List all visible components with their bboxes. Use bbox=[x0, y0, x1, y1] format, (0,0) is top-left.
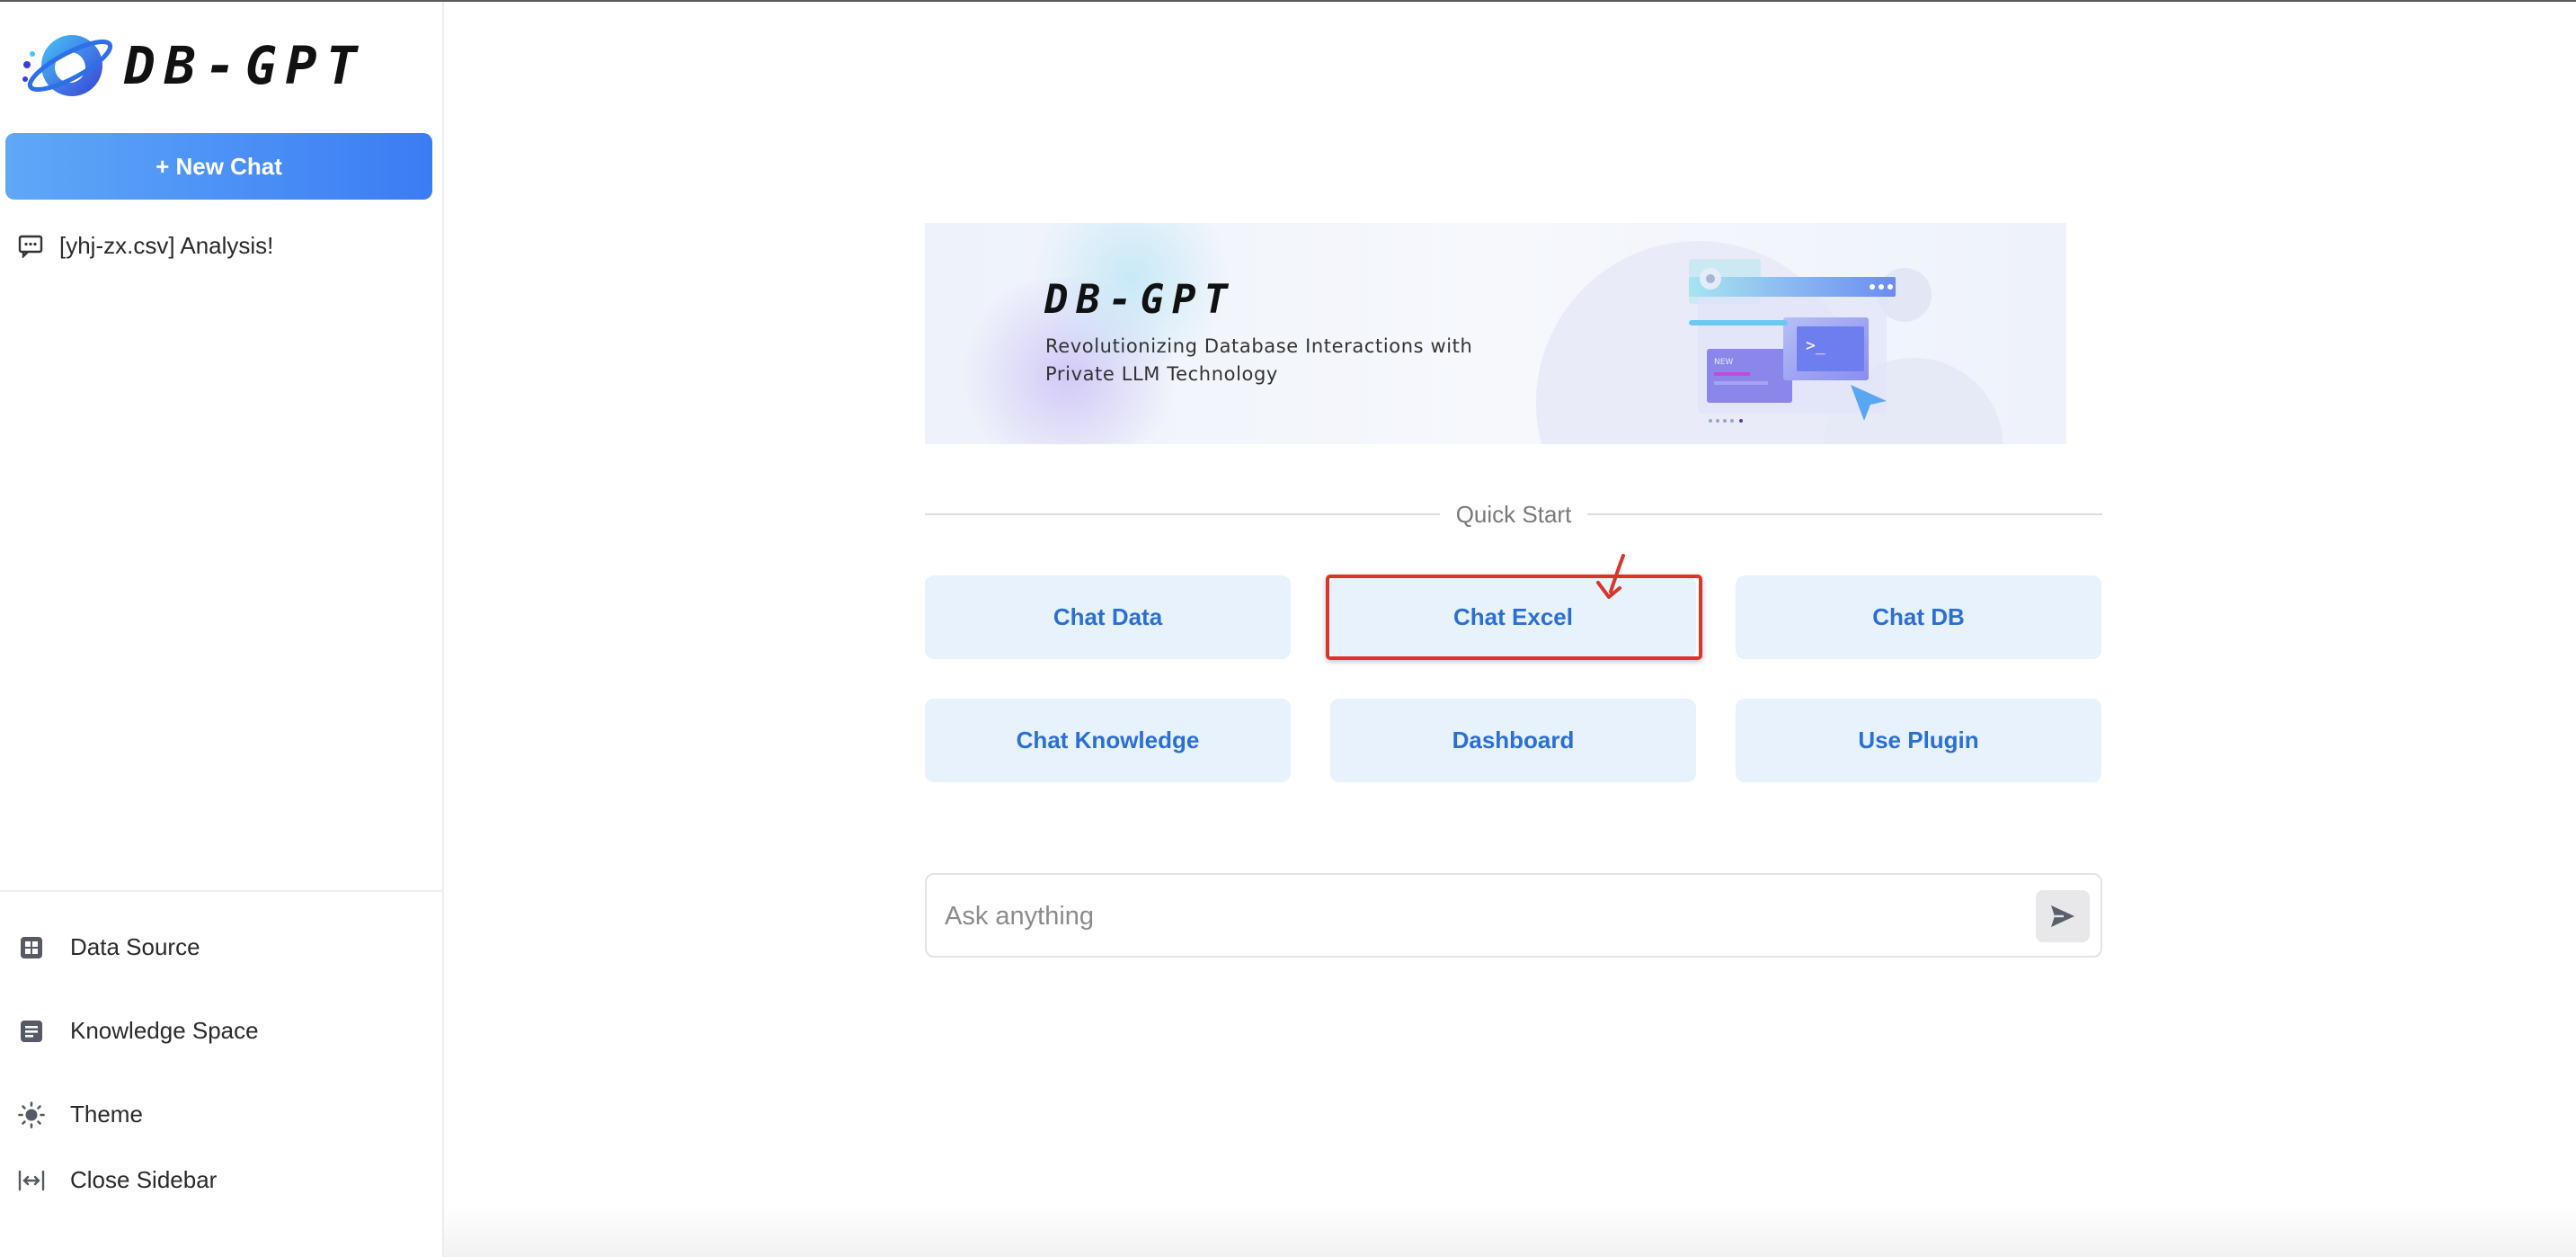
ask-input-box bbox=[925, 873, 2102, 958]
sidebar-item-knowledge-space[interactable]: Knowledge Space bbox=[18, 1017, 259, 1045]
bottom-shadow bbox=[444, 1205, 2576, 1257]
send-button[interactable] bbox=[2036, 890, 2090, 942]
use-plugin-button[interactable]: Use Plugin bbox=[1736, 699, 2101, 782]
sidebar-item-theme[interactable]: Theme bbox=[18, 1101, 143, 1128]
ask-input[interactable] bbox=[945, 895, 2005, 938]
banner-logo-text: DB-GPT bbox=[1044, 277, 1236, 323]
logo-text: DB-GPT bbox=[124, 35, 367, 96]
sidebar-item-label: Knowledge Space bbox=[70, 1017, 259, 1044]
annotation-highlight-box bbox=[1326, 575, 1702, 660]
sidebar-item-close-sidebar[interactable]: Close Sidebar bbox=[18, 1166, 217, 1194]
grid-icon bbox=[18, 934, 45, 961]
quick-start-divider: Quick Start bbox=[925, 496, 2102, 532]
sidebar-item-label: Close Sidebar bbox=[70, 1166, 218, 1193]
terminal-illustration-icon: NEW >_ bbox=[1689, 259, 1896, 423]
sidebar-divider bbox=[0, 890, 444, 892]
send-icon bbox=[2051, 905, 2074, 927]
chat-bubble-icon bbox=[18, 235, 43, 258]
collapse-icon bbox=[18, 1167, 45, 1194]
sidebar-item-data-source[interactable]: Data Source bbox=[18, 933, 200, 961]
svg-text:>_: >_ bbox=[1806, 336, 1825, 355]
logo-planet-icon bbox=[22, 35, 113, 96]
sidebar-item-label: Theme bbox=[70, 1101, 143, 1128]
svg-text:NEW: NEW bbox=[1714, 358, 1733, 367]
sun-icon bbox=[18, 1101, 45, 1128]
banner-tagline: Revolutionizing Database Interactions wi… bbox=[1045, 333, 1549, 388]
app-logo[interactable]: DB-GPT bbox=[18, 29, 367, 103]
chat-knowledge-button[interactable]: Chat Knowledge bbox=[925, 699, 1291, 782]
banner-tagline-line1: Revolutionizing Database Interactions wi… bbox=[1045, 335, 1473, 357]
banner-tagline-line2: Private LLM Technology bbox=[1045, 363, 1278, 385]
chat-data-button[interactable]: Chat Data bbox=[925, 575, 1291, 659]
annotation-arrow-icon bbox=[1596, 554, 1625, 599]
sidebar: DB-GPT + New Chat [yhj-zx.csv] Analysis!… bbox=[0, 2, 444, 1257]
quick-start-label: Quick Start bbox=[1455, 500, 1572, 528]
hero-banner: DB-GPT Revolutionizing Database Interact… bbox=[925, 223, 2066, 444]
new-chat-button[interactable]: + New Chat bbox=[5, 133, 432, 200]
document-icon bbox=[18, 1018, 45, 1045]
dashboard-button[interactable]: Dashboard bbox=[1330, 699, 1696, 782]
sidebar-item-label: Data Source bbox=[70, 933, 200, 960]
chat-history-item[interactable]: [yhj-zx.csv] Analysis! bbox=[18, 232, 273, 260]
chat-history-label: [yhj-zx.csv] Analysis! bbox=[59, 232, 274, 259]
chat-db-button[interactable]: Chat DB bbox=[1736, 575, 2101, 659]
